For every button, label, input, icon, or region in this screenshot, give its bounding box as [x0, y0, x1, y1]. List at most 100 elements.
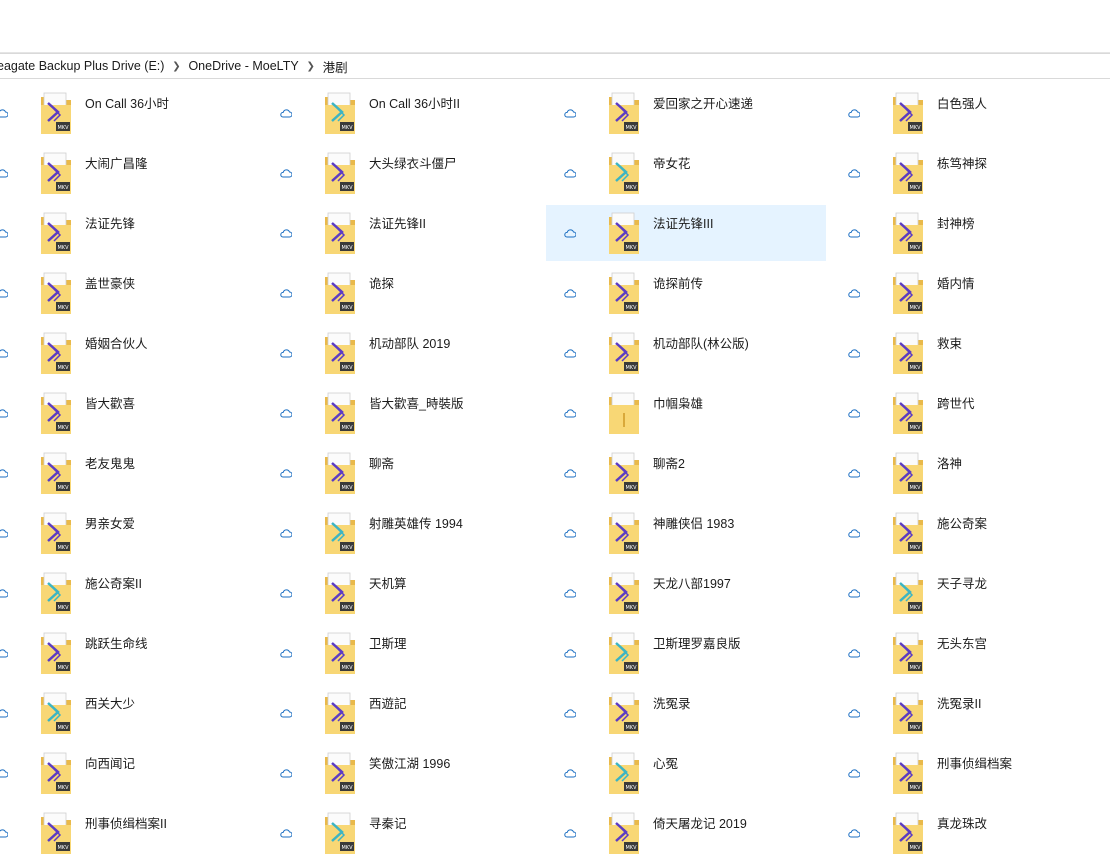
- folder-item[interactable]: MKV 法证先锋III: [546, 205, 826, 261]
- cloud-icon: [280, 225, 293, 238]
- folder-mkv-icon: MKV: [892, 331, 924, 375]
- folder-item[interactable]: MKV 机动部队(林公版): [546, 325, 826, 381]
- svg-text:MKV: MKV: [341, 305, 353, 311]
- folder-item[interactable]: MKV 机动部队 2019: [262, 325, 542, 381]
- cloud-icon: [848, 165, 861, 178]
- folder-mkv-icon: MKV: [324, 271, 356, 315]
- folder-item[interactable]: MKV 卫斯理: [262, 625, 542, 681]
- folder-item[interactable]: MKV 婚姻合伙人: [0, 325, 258, 381]
- cloud-icon: [280, 105, 293, 118]
- folder-item[interactable]: MKV On Call 36小时II: [262, 85, 542, 141]
- folder-item[interactable]: MKV On Call 36小时: [0, 85, 258, 141]
- svg-text:MKV: MKV: [57, 245, 69, 251]
- folder-item[interactable]: MKV 向西闻记: [0, 745, 258, 801]
- breadcrumb-current-folder[interactable]: 港剧: [319, 57, 352, 76]
- folder-item[interactable]: MKV 栋笃神探: [830, 145, 1110, 201]
- folder-mkv-icon: MKV: [608, 511, 640, 555]
- cloud-icon: [564, 825, 577, 838]
- folder-item[interactable]: MKV 皆大歡喜: [0, 385, 258, 441]
- folder-name: 法证先锋: [85, 217, 136, 231]
- folder-item[interactable]: MKV 聊斋2: [546, 445, 826, 501]
- folder-item[interactable]: MKV 刑事侦缉档案: [830, 745, 1110, 801]
- svg-text:MKV: MKV: [57, 425, 69, 431]
- folder-item[interactable]: MKV 天龙八部1997: [546, 565, 826, 621]
- folder-item[interactable]: MKV 神雕侠侣 1983: [546, 505, 826, 561]
- folder-item[interactable]: MKV 聊斋: [262, 445, 542, 501]
- chevron-right-icon[interactable]: ❯: [303, 61, 319, 72]
- folder-item[interactable]: MKV 跳跃生命线: [0, 625, 258, 681]
- folder-item[interactable]: MKV 倚天屠龙记 2019: [546, 805, 826, 861]
- folder-item[interactable]: MKV 卫斯理罗嘉良版: [546, 625, 826, 681]
- svg-text:MKV: MKV: [341, 725, 353, 731]
- svg-text:MKV: MKV: [341, 245, 353, 251]
- folder-item[interactable]: MKV 西关大少: [0, 685, 258, 741]
- folder-mkv-icon: MKV: [892, 691, 924, 735]
- folder-item[interactable]: MKV 心冤: [546, 745, 826, 801]
- folder-item[interactable]: MKV 救束: [830, 325, 1110, 381]
- folder-mkv-icon: MKV: [40, 91, 72, 135]
- folder-item[interactable]: MKV 施公奇案II: [0, 565, 258, 621]
- folder-item[interactable]: MKV 西遊記: [262, 685, 542, 741]
- folder-item[interactable]: MKV 真龙珠改: [830, 805, 1110, 861]
- folder-mkv-icon: MKV: [608, 631, 640, 675]
- cloud-icon: [564, 225, 577, 238]
- cloud-icon: [280, 525, 293, 538]
- folder-name: 老友鬼鬼: [85, 457, 136, 471]
- folder-name: 法证先锋III: [653, 217, 714, 231]
- folder-item[interactable]: MKV 大头绿衣斗僵尸: [262, 145, 542, 201]
- folder-item[interactable]: MKV 皆大歡喜_時裝版: [262, 385, 542, 441]
- folder-mkv-icon: MKV: [40, 691, 72, 735]
- folder-item[interactable]: MKV 帝女花: [546, 145, 826, 201]
- folder-item[interactable]: MKV 无头东宫: [830, 625, 1110, 681]
- folder-name: 皆大歡喜: [85, 397, 136, 411]
- svg-text:MKV: MKV: [57, 485, 69, 491]
- folder-item[interactable]: MKV 洗冤录II: [830, 685, 1110, 741]
- svg-text:MKV: MKV: [909, 605, 921, 611]
- folder-name: 心冤: [653, 757, 679, 771]
- svg-text:MKV: MKV: [341, 125, 353, 131]
- folder-item[interactable]: MKV 射雕英雄传 1994: [262, 505, 542, 561]
- folder-item[interactable]: MKV 洗冤录: [546, 685, 826, 741]
- svg-text:MKV: MKV: [625, 545, 637, 551]
- folder-item[interactable]: MKV 男亲女爱: [0, 505, 258, 561]
- folder-mkv-icon: MKV: [892, 571, 924, 615]
- folder-item[interactable]: MKV 刑事侦缉档案II: [0, 805, 258, 861]
- folder-item[interactable]: MKV 法证先锋II: [262, 205, 542, 261]
- breadcrumb-onedrive[interactable]: OneDrive - MoeLTY: [184, 59, 302, 73]
- svg-text:MKV: MKV: [909, 245, 921, 251]
- cloud-icon: [280, 645, 293, 658]
- folder-item[interactable]: MKV 法证先锋: [0, 205, 258, 261]
- folder-item[interactable]: MKV 寻秦记: [262, 805, 542, 861]
- folder-item[interactable]: MKV 天子寻龙: [830, 565, 1110, 621]
- folder-item[interactable]: MKV 爱回家之开心速递: [546, 85, 826, 141]
- cloud-icon: [848, 705, 861, 718]
- folder-item[interactable]: MKV 笑傲江湖 1996: [262, 745, 542, 801]
- svg-text:MKV: MKV: [625, 125, 637, 131]
- chevron-right-icon[interactable]: ❯: [168, 61, 184, 72]
- folder-name: 男亲女爱: [85, 517, 136, 531]
- breadcrumb-drive[interactable]: eagate Backup Plus Drive (E:): [0, 59, 168, 73]
- folder-name: 西遊記: [369, 697, 407, 711]
- folder-item[interactable]: MKV 大闹广昌隆: [0, 145, 258, 201]
- address-bar[interactable]: eagate Backup Plus Drive (E:) ❯ OneDrive…: [0, 53, 1110, 79]
- folder-item[interactable]: MKV 白色强人: [830, 85, 1110, 141]
- folder-item[interactable]: MKV 老友鬼鬼: [0, 445, 258, 501]
- folder-item[interactable]: MKV 跨世代: [830, 385, 1110, 441]
- list-row: MKV 大闹广昌隆 MKV 大头绿衣斗僵尸 MKV 帝女花 MKV 栋笃神探: [0, 145, 1110, 201]
- folder-mkv-icon: MKV: [324, 91, 356, 135]
- folder-item[interactable]: 巾帼枭雄: [546, 385, 826, 441]
- folder-item[interactable]: MKV 婚内情: [830, 265, 1110, 321]
- folder-item[interactable]: MKV 诡探: [262, 265, 542, 321]
- folder-item[interactable]: MKV 盖世豪侠: [0, 265, 258, 321]
- svg-text:MKV: MKV: [57, 125, 69, 131]
- folder-item[interactable]: MKV 洛神: [830, 445, 1110, 501]
- folder-mkv-icon: [608, 391, 640, 435]
- list-row: MKV 皆大歡喜 MKV 皆大歡喜_時裝版 巾帼枭雄 MKV 跨世代: [0, 385, 1110, 441]
- list-row: MKV 老友鬼鬼 MKV 聊斋 MKV 聊斋2 MKV 洛神: [0, 445, 1110, 501]
- folder-item[interactable]: MKV 天机算: [262, 565, 542, 621]
- ribbon-area: [0, 0, 1110, 53]
- folder-item[interactable]: MKV 封神榜: [830, 205, 1110, 261]
- folder-item[interactable]: MKV 施公奇案: [830, 505, 1110, 561]
- folder-name: 婚内情: [937, 277, 975, 291]
- folder-item[interactable]: MKV 诡探前传: [546, 265, 826, 321]
